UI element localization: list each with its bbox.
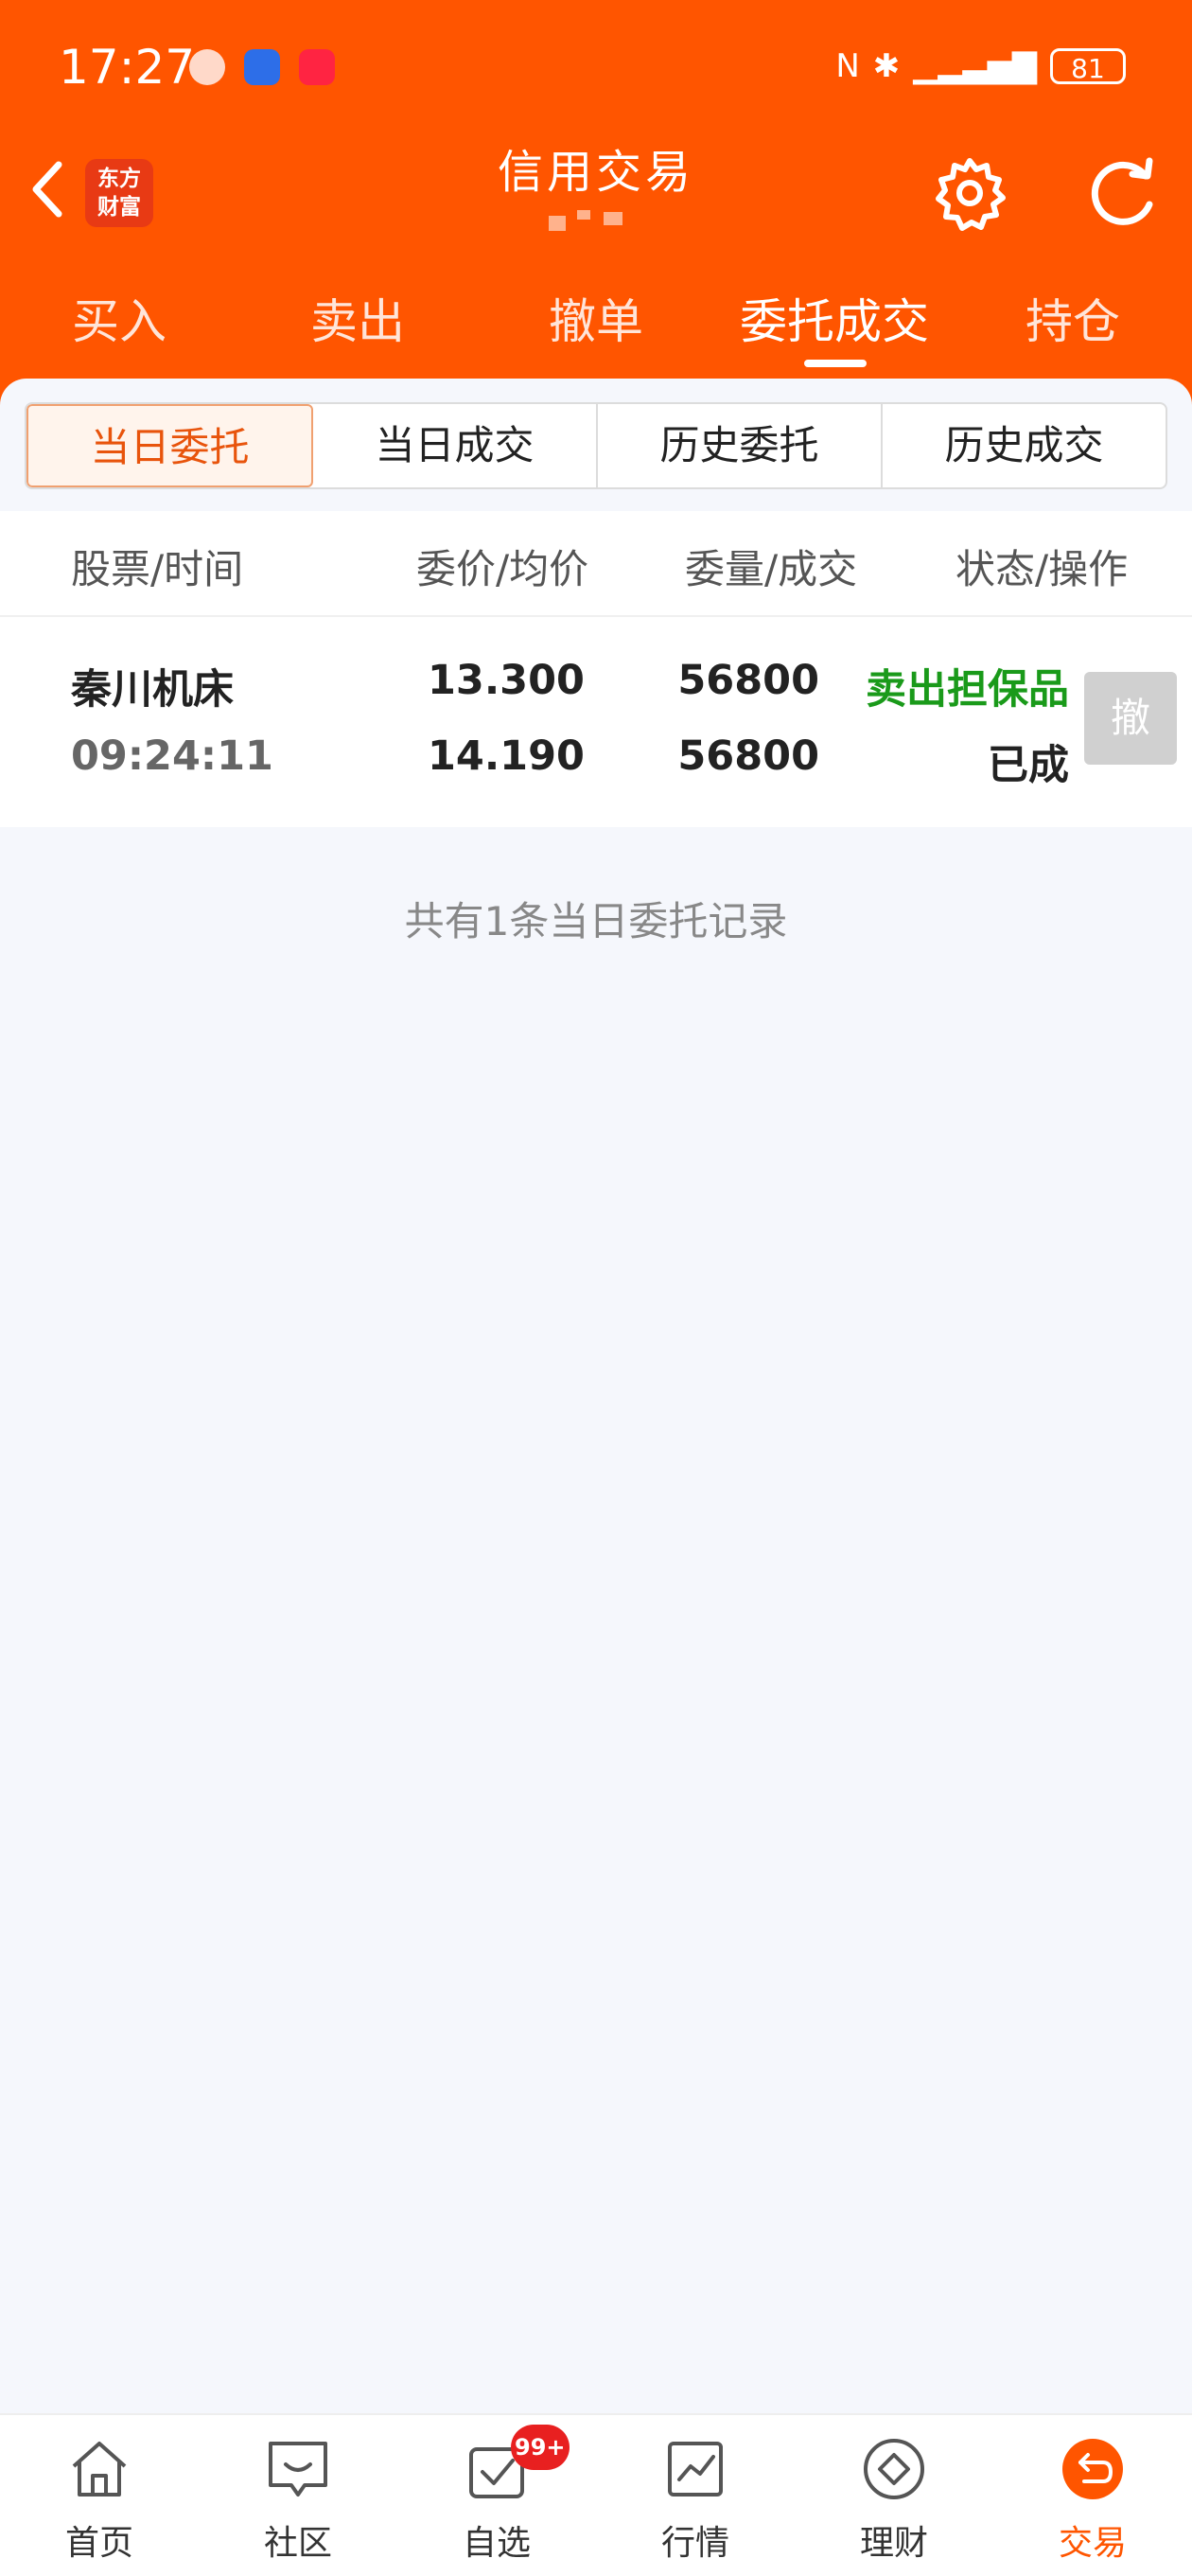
segment-today-fills[interactable]: 当日成交 <box>313 404 598 487</box>
nav-watchlist[interactable]: 99+ 自选 <box>397 2415 596 2576</box>
app-notification-icon <box>244 49 280 85</box>
order-status: 已成 <box>988 742 1069 789</box>
status-time: 17:27 <box>59 40 196 95</box>
cancel-order-button[interactable]: 撤 <box>1084 672 1177 765</box>
watchlist-badge: 99+ <box>511 2425 570 2470</box>
active-tab-indicator <box>804 360 867 367</box>
battery-icon: 81 <box>1050 48 1126 84</box>
wealth-icon <box>864 2439 924 2499</box>
segment-today-orders[interactable]: 当日委托 <box>26 404 313 487</box>
segment-control: 当日委托 当日成交 历史委托 历史成交 <box>25 402 1167 489</box>
order-price: 13.300 <box>428 657 585 704</box>
settings-gear-icon[interactable] <box>932 155 1008 231</box>
nav-trade[interactable]: 交易 <box>993 2415 1192 2576</box>
column-header-stock-time: 股票/时间 <box>71 546 244 592</box>
nav-community-label: 社区 <box>263 2524 332 2563</box>
nav-home[interactable]: 首页 <box>0 2415 199 2576</box>
refresh-icon[interactable] <box>1083 155 1163 231</box>
record-count-text: 共有1条当日委托记录 <box>404 898 788 944</box>
trade-tab-bar: 买入 卖出 撤单 委托成交 持仓 <box>0 284 1192 360</box>
account-subtitle-redacted <box>549 210 624 231</box>
status-indicators: N ✱ ▁▂▃▅▇ 81 <box>835 45 1126 87</box>
app-header: 17:27 N ✱ ▁▂▃▅▇ 81 东方 财富 信用交易 买入 卖出 撤单 委… <box>0 0 1192 407</box>
nfc-icon: N <box>835 47 860 85</box>
market-icon <box>668 2442 723 2497</box>
nav-market[interactable]: 行情 <box>596 2415 795 2576</box>
tab-orders-fills[interactable]: 委托成交 <box>740 284 929 352</box>
average-price: 14.190 <box>428 732 585 780</box>
column-header-quantity: 委量/成交 <box>685 546 858 592</box>
bottom-navigation: 首页 社区 99+ 自选 行情 理财 交易 <box>0 2413 1192 2576</box>
avatar-notification-icon <box>189 49 225 85</box>
tab-cancel-order[interactable]: 撤单 <box>549 284 643 352</box>
filled-quantity: 56800 <box>677 732 819 780</box>
tab-buy[interactable]: 买入 <box>72 284 167 352</box>
nav-home-label: 首页 <box>64 2524 133 2563</box>
trade-icon <box>1062 2439 1123 2499</box>
nav-watchlist-label: 自选 <box>462 2524 531 2563</box>
table-header: 股票/时间 委价/均价 委量/成交 状态/操作 <box>0 511 1192 617</box>
column-header-price: 委价/均价 <box>416 546 589 592</box>
table-row[interactable]: 秦川机床 09:24:11 13.300 14.190 56800 56800 … <box>0 617 1192 827</box>
bluetooth-icon: ✱ <box>872 47 901 85</box>
signal-icon: ▁▂▃▅▇ <box>913 47 1037 85</box>
order-time: 09:24:11 <box>71 732 273 780</box>
order-type: 卖出担保品 <box>866 666 1069 714</box>
tab-positions[interactable]: 持仓 <box>1025 284 1120 352</box>
tab-sell[interactable]: 卖出 <box>310 284 405 352</box>
order-quantity: 56800 <box>677 657 819 704</box>
segment-history-orders[interactable]: 历史委托 <box>598 404 883 487</box>
community-icon <box>269 2442 327 2497</box>
home-icon <box>72 2442 127 2497</box>
nav-wealth-label: 理财 <box>859 2524 928 2563</box>
segment-history-fills[interactable]: 历史成交 <box>883 404 1166 487</box>
stock-name: 秦川机床 <box>71 666 234 714</box>
nav-market-label: 行情 <box>660 2524 729 2563</box>
nav-trade-label: 交易 <box>1058 2524 1127 2563</box>
page-title: 信用交易 <box>497 146 694 199</box>
xiaohongshu-notification-icon <box>299 49 335 85</box>
column-header-status: 状态/操作 <box>955 546 1129 592</box>
nav-community[interactable]: 社区 <box>199 2415 397 2576</box>
nav-wealth[interactable]: 理财 <box>795 2415 993 2576</box>
